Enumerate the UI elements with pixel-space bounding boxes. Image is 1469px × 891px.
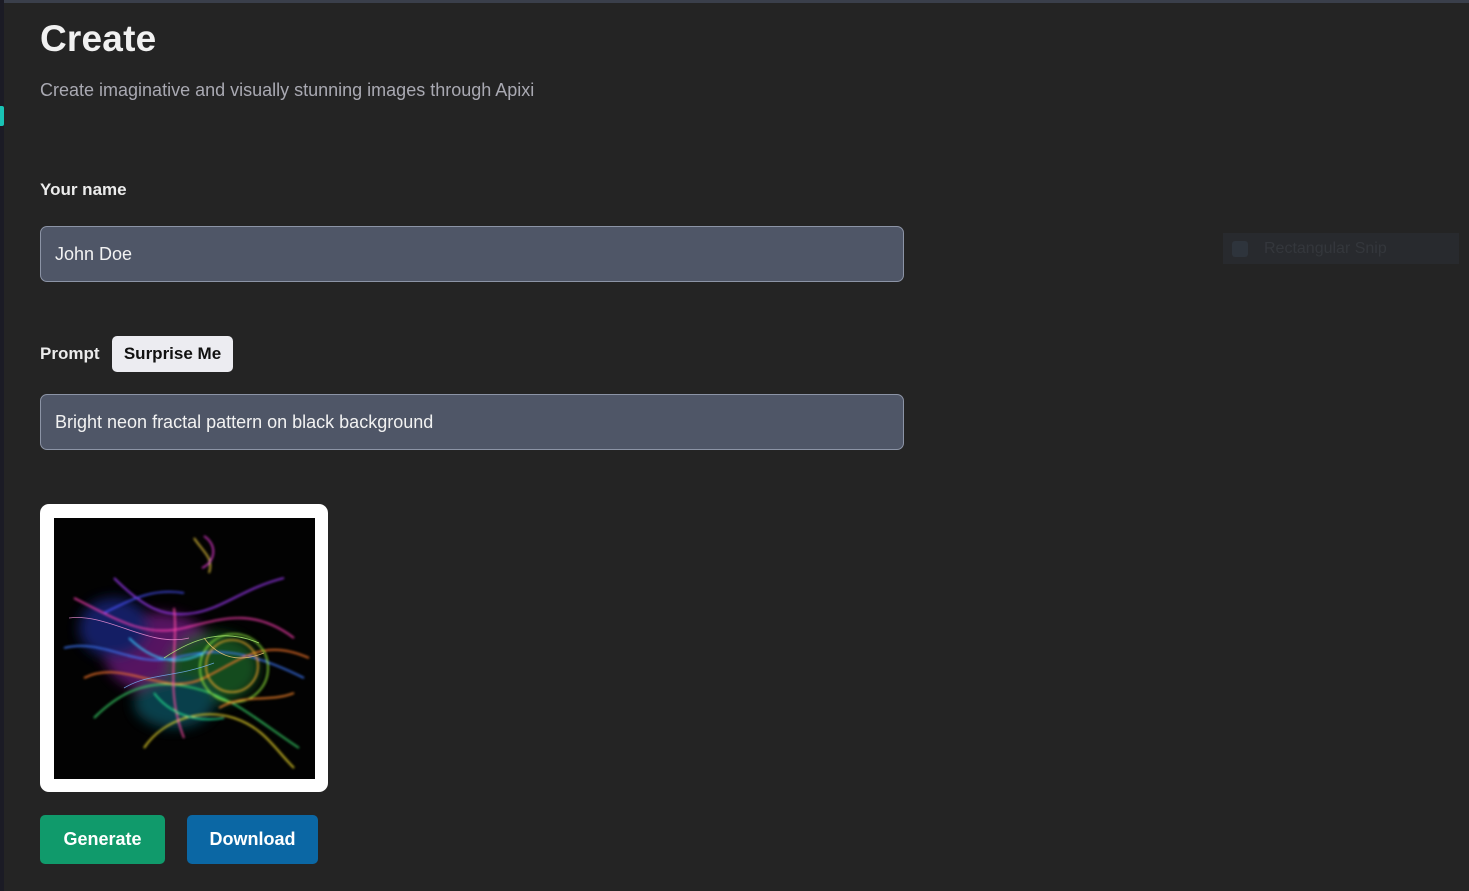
left-edge-strip — [0, 0, 4, 891]
snip-icon — [1232, 240, 1248, 257]
prompt-input[interactable] — [41, 395, 903, 449]
name-label: Your name — [40, 180, 127, 199]
fractal-artwork — [54, 518, 315, 779]
page-title: Create — [40, 18, 157, 59]
prompt-field-wrapper — [40, 394, 904, 450]
surprise-me-button[interactable]: Surprise Me — [112, 336, 233, 372]
image-preview-card — [40, 504, 328, 792]
prompt-label: Prompt — [40, 344, 100, 363]
download-button[interactable]: Download — [187, 815, 318, 864]
generated-image — [54, 518, 315, 779]
snip-label: Rectangular Snip — [1264, 239, 1387, 257]
generate-button[interactable]: Generate — [40, 815, 165, 864]
name-input[interactable] — [41, 227, 903, 281]
name-field-wrapper — [40, 226, 904, 282]
left-edge-accent — [0, 106, 4, 126]
page-subtitle: Create imaginative and visually stunning… — [40, 80, 535, 100]
create-page: Create Create imaginative and visually s… — [40, 0, 1440, 891]
snip-tool-overlay: Rectangular Snip — [1223, 233, 1459, 264]
